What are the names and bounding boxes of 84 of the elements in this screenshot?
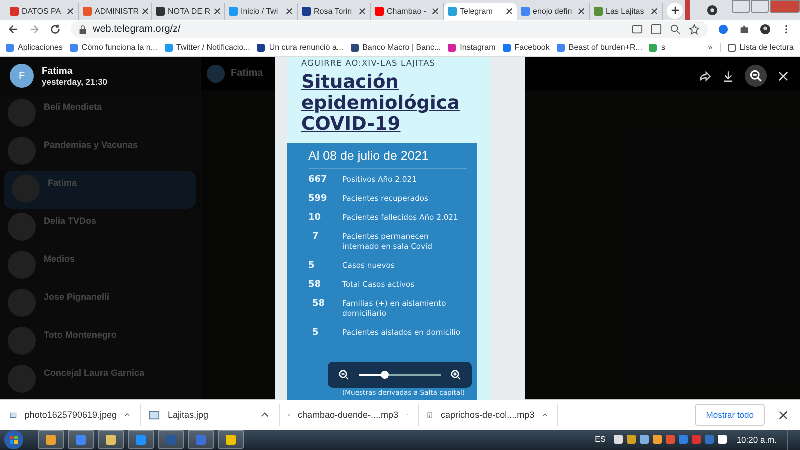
taskbar-app-icon[interactable]: [68, 430, 94, 450]
bookmark-link[interactable]: Cómo funciona la n...: [70, 43, 158, 52]
bookmark-link[interactable]: Facebook: [502, 43, 550, 52]
puzzle-icon[interactable]: [739, 24, 750, 36]
bookmark-link[interactable]: Aplicaciones: [6, 43, 63, 52]
star-icon[interactable]: [689, 24, 700, 36]
profile-icon[interactable]: [707, 4, 718, 16]
taskbar-app-icon[interactable]: [218, 430, 244, 450]
zoom-out-icon[interactable]: [338, 369, 350, 382]
start-button[interactable]: [4, 430, 24, 450]
download-item[interactable]: Lajitas.jpg: [147, 404, 280, 426]
stat-number: 667: [308, 175, 328, 186]
download-item[interactable]: chambao-duende-....mp3: [286, 404, 419, 426]
avatar-circle: F: [10, 64, 34, 88]
taskbar-app-icon[interactable]: [128, 430, 154, 450]
close-icon[interactable]: [578, 8, 585, 15]
tab-title: enojo defin: [533, 6, 574, 16]
bookmark-link[interactable]: Instagram: [448, 43, 496, 52]
download-item[interactable]: photo1625790619.jpeg: [8, 404, 141, 426]
close-icon[interactable]: [651, 8, 658, 15]
close-icon[interactable]: [777, 70, 790, 83]
zoom-button[interactable]: [745, 65, 767, 88]
lock-icon: [79, 24, 87, 35]
reading-list-button[interactable]: Lista de lectura: [720, 43, 794, 52]
share-icon[interactable]: [699, 70, 712, 83]
poster-header: AGUIRRE AO:XIV-LAS LAJITAS: [300, 57, 436, 68]
bookmark-link[interactable]: Banco Macro | Banc...: [350, 43, 442, 52]
bookmark-link[interactable]: Un cura renunció a...: [257, 43, 344, 52]
report-date: Al 08 de julio de 2021: [308, 149, 466, 170]
image-file-icon: [149, 410, 160, 421]
zoom-icon: [749, 69, 763, 84]
zoom-icon[interactable]: [670, 24, 681, 36]
stat-number: 58: [312, 299, 326, 312]
close-icon[interactable]: [779, 410, 788, 420]
avatar-icon[interactable]: [760, 24, 771, 36]
zoom-in-icon[interactable]: [450, 369, 462, 382]
close-icon[interactable]: [286, 8, 293, 15]
stat-number: 599: [308, 194, 328, 204]
address-bar[interactable]: web.telegram.org/z/: [71, 21, 708, 38]
minimize-button[interactable]: [732, 0, 750, 13]
bookmark-link[interactable]: Beast of burden+R...: [556, 43, 642, 52]
bookmark-link[interactable]: Twitter / Notificacio...: [164, 43, 250, 52]
taskbar-app-icon[interactable]: [158, 430, 184, 450]
taskbar-app-icon[interactable]: [188, 430, 214, 450]
taskbar-app-icon[interactable]: [98, 430, 124, 450]
poster-title: Situación epidemiológica COVID-19: [300, 71, 460, 138]
show-all-button[interactable]: Mostrar todo: [695, 404, 765, 426]
sent-time: yesterday, 21:30: [42, 76, 108, 87]
close-icon[interactable]: [506, 8, 513, 15]
stat-number: 5: [312, 328, 320, 340]
tab-title: Las Lajitas: [606, 6, 646, 16]
tab-title: Rosa Torin: [314, 6, 354, 16]
tab-title: Inicio / Twi: [241, 6, 280, 16]
more-bookmarks-button[interactable]: »: [708, 43, 713, 52]
tab-title: Telegram: [460, 6, 494, 16]
stat-number: 5: [308, 261, 316, 272]
bookmark-link[interactable]: s: [649, 43, 666, 52]
zoom-slider[interactable]: [359, 374, 441, 376]
reload-icon[interactable]: [50, 24, 61, 36]
download-item[interactable]: caprichos-de-col....mp3: [425, 404, 558, 426]
clock[interactable]: 10:20 a.m.: [736, 434, 777, 445]
close-icon[interactable]: [359, 8, 366, 15]
back-icon[interactable]: [8, 24, 19, 36]
close-icon[interactable]: [67, 8, 74, 15]
stat-number: 7: [312, 232, 320, 244]
close-icon[interactable]: [142, 8, 149, 15]
extension-icon[interactable]: [718, 24, 729, 36]
sender-name: Fatima: [42, 66, 74, 77]
new-tab-button[interactable]: [667, 2, 683, 19]
close-icon[interactable]: [214, 8, 221, 15]
plus-icon: [670, 6, 680, 16]
taskbar-app-icon[interactable]: [38, 430, 64, 450]
browser-tab[interactable]: Telegram: [444, 2, 517, 20]
maximize-button[interactable]: [751, 0, 769, 13]
tab-title: ADMINISTR: [95, 6, 139, 16]
stat-number: 58: [308, 280, 322, 290]
tab-title: NOTA DE R: [168, 6, 211, 16]
stat-number: 10: [308, 213, 322, 224]
chat-title: Fatima: [231, 68, 264, 80]
language-indicator[interactable]: ES: [595, 435, 606, 444]
download-icon[interactable]: [722, 70, 735, 83]
close-icon[interactable]: [432, 8, 439, 15]
tab-title: Chambao -: [387, 6, 428, 16]
tab-title: DATOS PA: [22, 6, 62, 16]
